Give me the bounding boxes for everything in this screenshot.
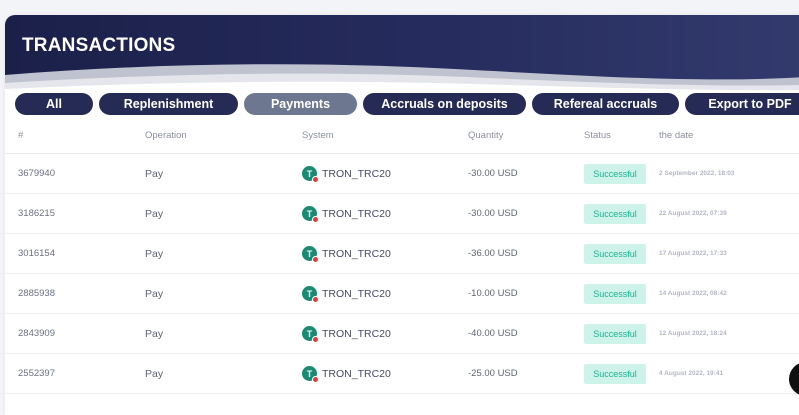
tether-icon: T bbox=[302, 206, 319, 223]
export-pdf-button[interactable]: Export to PDF bbox=[685, 93, 799, 115]
row-status: Successful bbox=[584, 234, 646, 273]
system-label: TRON_TRC20 bbox=[322, 167, 391, 180]
row-system: T TRON_TRC20 bbox=[302, 314, 391, 353]
row-date: 22 August 2022, 07:39 bbox=[659, 210, 727, 217]
row-quantity: -10.00 USD bbox=[468, 288, 518, 299]
row-status: Successful bbox=[584, 354, 646, 393]
row-operation: Pay bbox=[145, 247, 164, 260]
row-date: 2 September 2022, 18:03 bbox=[659, 170, 735, 177]
column-header-system: System bbox=[302, 130, 334, 141]
status-badge: Successful bbox=[584, 203, 646, 224]
row-date: 12 August 2022, 18:24 bbox=[659, 330, 727, 337]
row-date: 14 August 2022, 08:42 bbox=[659, 290, 727, 297]
table-row: 2552397 Pay T TRON_TRC20 -25.00 USD Succ… bbox=[0, 354, 799, 394]
tab-accruals-on-deposits[interactable]: Accruals on deposits bbox=[363, 93, 526, 115]
system-label: TRON_TRC20 bbox=[322, 367, 391, 380]
row-quantity: -36.00 USD bbox=[468, 248, 518, 259]
row-id: 3016154 bbox=[18, 248, 55, 259]
row-system: T TRON_TRC20 bbox=[302, 234, 391, 273]
row-operation: Pay bbox=[145, 207, 164, 220]
row-system: T TRON_TRC20 bbox=[302, 354, 391, 393]
system-label: TRON_TRC20 bbox=[322, 207, 391, 220]
row-operation: Pay bbox=[145, 287, 164, 300]
column-header-date: the date bbox=[659, 130, 694, 141]
status-badge: Successful bbox=[584, 163, 646, 184]
table-row: 3016154 Pay T TRON_TRC20 -36.00 USD Succ… bbox=[0, 234, 799, 274]
table-row: 2843909 Pay T TRON_TRC20 -40.00 USD Succ… bbox=[0, 314, 799, 354]
filter-tabs: All Replenishment Payments Accruals on d… bbox=[5, 93, 799, 115]
tab-all[interactable]: All bbox=[15, 93, 93, 115]
system-label: TRON_TRC20 bbox=[322, 327, 391, 340]
column-header-operation: Operation bbox=[145, 130, 187, 141]
tab-payments[interactable]: Payments bbox=[244, 93, 357, 115]
tether-icon: T bbox=[302, 326, 319, 343]
row-system: T TRON_TRC20 bbox=[302, 274, 391, 313]
row-id: 3186215 bbox=[18, 208, 55, 219]
row-system: T TRON_TRC20 bbox=[302, 154, 391, 193]
transactions-table-body: 3679940 Pay T TRON_TRC20 -30.00 USD Succ… bbox=[0, 154, 799, 394]
status-badge: Successful bbox=[584, 363, 646, 384]
table-row: 3679940 Pay T TRON_TRC20 -30.00 USD Succ… bbox=[0, 154, 799, 194]
tab-referral-accruals[interactable]: Refereal accruals bbox=[532, 93, 679, 115]
system-label: TRON_TRC20 bbox=[322, 247, 391, 260]
row-operation: Pay bbox=[145, 167, 164, 180]
table-row: 2885938 Pay T TRON_TRC20 -10.00 USD Succ… bbox=[0, 274, 799, 314]
status-badge: Successful bbox=[584, 323, 646, 344]
row-status: Successful bbox=[584, 194, 646, 233]
tether-icon: T bbox=[302, 286, 319, 303]
row-id: 2843909 bbox=[18, 328, 55, 339]
system-label: TRON_TRC20 bbox=[322, 287, 391, 300]
row-quantity: -25.00 USD bbox=[468, 368, 518, 379]
table-row: 3186215 Pay T TRON_TRC20 -30.00 USD Succ… bbox=[0, 194, 799, 234]
tether-icon: T bbox=[302, 366, 319, 383]
tab-replenishment[interactable]: Replenishment bbox=[99, 93, 238, 115]
row-system: T TRON_TRC20 bbox=[302, 194, 391, 233]
status-badge: Successful bbox=[584, 283, 646, 304]
column-header-quantity: Quantity bbox=[468, 130, 504, 141]
row-quantity: -30.00 USD bbox=[468, 168, 518, 179]
row-quantity: -30.00 USD bbox=[468, 208, 518, 219]
row-operation: Pay bbox=[145, 367, 164, 380]
page-title: TRANSACTIONS bbox=[22, 35, 176, 56]
row-status: Successful bbox=[584, 274, 646, 313]
header-wave-decoration bbox=[5, 64, 799, 95]
row-status: Successful bbox=[584, 154, 646, 193]
column-header-status: Status bbox=[584, 130, 611, 141]
row-quantity: -40.00 USD bbox=[468, 328, 518, 339]
table-header: # Operation System Quantity Status the d… bbox=[0, 130, 799, 150]
row-date: 17 August 2022, 17:33 bbox=[659, 250, 727, 257]
row-id: 3679940 bbox=[18, 168, 55, 179]
tether-icon: T bbox=[302, 246, 319, 263]
row-status: Successful bbox=[584, 314, 646, 353]
tether-icon: T bbox=[302, 166, 319, 183]
row-id: 2885938 bbox=[18, 288, 55, 299]
row-date: 4 August 2022, 19:41 bbox=[659, 370, 724, 377]
column-header-id: # bbox=[18, 130, 24, 141]
row-id: 2552397 bbox=[18, 368, 55, 379]
row-operation: Pay bbox=[145, 327, 164, 340]
status-badge: Successful bbox=[584, 243, 646, 264]
